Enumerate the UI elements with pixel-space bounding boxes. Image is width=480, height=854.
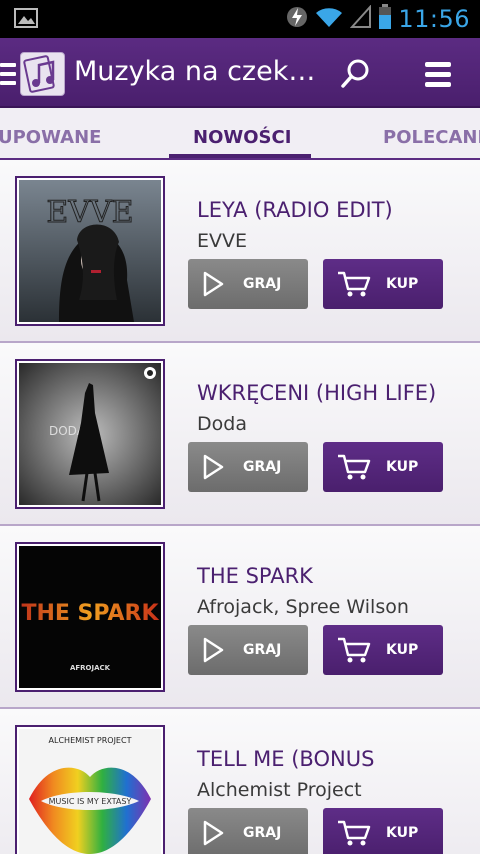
app-logo[interactable] <box>20 52 65 96</box>
buy-button[interactable]: KUP <box>323 808 443 854</box>
cover-text: ALCHEMIST PROJECT <box>49 736 132 745</box>
play-label: GRAJ <box>243 642 282 658</box>
cover-text: THE SPARK <box>21 601 159 626</box>
play-button[interactable]: GRAJ <box>188 442 308 492</box>
track-title: WKRĘCENI (HIGH LIFE) <box>197 381 437 405</box>
status-bar: 11:56 <box>0 0 480 38</box>
page-title: Muzyka na czek… <box>74 56 316 87</box>
lightning-icon <box>286 4 308 34</box>
cart-icon <box>338 454 371 480</box>
buy-button[interactable]: KUP <box>323 625 443 675</box>
track-artist: Alchemist Project <box>197 779 362 801</box>
album-cover[interactable]: DODA <box>15 359 165 509</box>
clock: 11:56 <box>398 5 470 33</box>
gallery-notification-icon <box>14 8 38 32</box>
play-label: GRAJ <box>243 459 282 475</box>
play-icon <box>203 820 224 846</box>
buy-button[interactable]: KUP <box>323 442 443 492</box>
music-note-icon <box>23 55 55 93</box>
track-title: LEYA (RADIO EDIT) <box>197 198 393 222</box>
signal-icon <box>350 4 372 33</box>
track-artist: Afrojack, Spree Wilson <box>197 596 409 618</box>
play-icon <box>203 454 224 480</box>
album-cover[interactable]: EVVE <box>15 176 165 326</box>
tab-popular[interactable]: UPOWANE <box>0 127 101 148</box>
play-label: GRAJ <box>243 276 282 292</box>
buy-label: KUP <box>386 459 419 475</box>
wifi-icon <box>314 5 344 33</box>
play-icon <box>203 271 224 297</box>
tab-recommended[interactable]: POLECANE <box>383 127 480 148</box>
cover-subtext: AFROJACK <box>70 664 111 672</box>
play-button[interactable]: GRAJ <box>188 808 308 854</box>
album-cover[interactable]: ALCHEMIST PROJECT MUSIC IS MY EXTASY <box>15 725 165 854</box>
battery-icon <box>378 4 392 34</box>
play-icon <box>203 637 224 663</box>
list-item[interactable]: ALCHEMIST PROJECT MUSIC IS MY EXTASY TEL… <box>0 709 480 854</box>
drawer-toggle-icon[interactable] <box>0 63 16 85</box>
album-cover[interactable]: THE SPARK AFROJACK <box>15 542 165 692</box>
buy-label: KUP <box>386 276 419 292</box>
tab-bar: UPOWANE NOWOŚCI POLECANE <box>0 108 480 160</box>
tab-new[interactable]: NOWOŚCI <box>193 127 291 148</box>
list-item[interactable]: THE SPARK AFROJACK THE SPARK Afrojack, S… <box>0 526 480 709</box>
tab-indicator <box>169 154 311 158</box>
buy-label: KUP <box>386 825 419 841</box>
buy-label: KUP <box>386 642 419 658</box>
track-artist: EVVE <box>197 230 248 252</box>
buy-button[interactable]: KUP <box>323 259 443 309</box>
cart-icon <box>338 271 371 297</box>
track-artist: Doda <box>197 413 247 435</box>
list-item[interactable]: EVVE LEYA (RADIO EDIT) EVVE GRAJ KUP <box>0 160 480 343</box>
search-icon[interactable] <box>340 58 370 90</box>
play-button[interactable]: GRAJ <box>188 625 308 675</box>
cart-icon <box>338 637 371 663</box>
cart-icon <box>338 820 371 846</box>
cover-subtext: MUSIC IS MY EXTASY <box>49 797 132 806</box>
list-item[interactable]: DODA WKRĘCENI (HIGH LIFE) Doda GRAJ KUP <box>0 343 480 526</box>
play-button[interactable]: GRAJ <box>188 259 308 309</box>
track-title: THE SPARK <box>197 564 313 588</box>
play-label: GRAJ <box>243 825 282 841</box>
overflow-menu-icon[interactable] <box>425 62 451 88</box>
action-bar: Muzyka na czek… <box>0 38 480 108</box>
track-title: TELL ME (BONUS <box>197 747 375 771</box>
cover-text: EVVE <box>46 195 133 230</box>
